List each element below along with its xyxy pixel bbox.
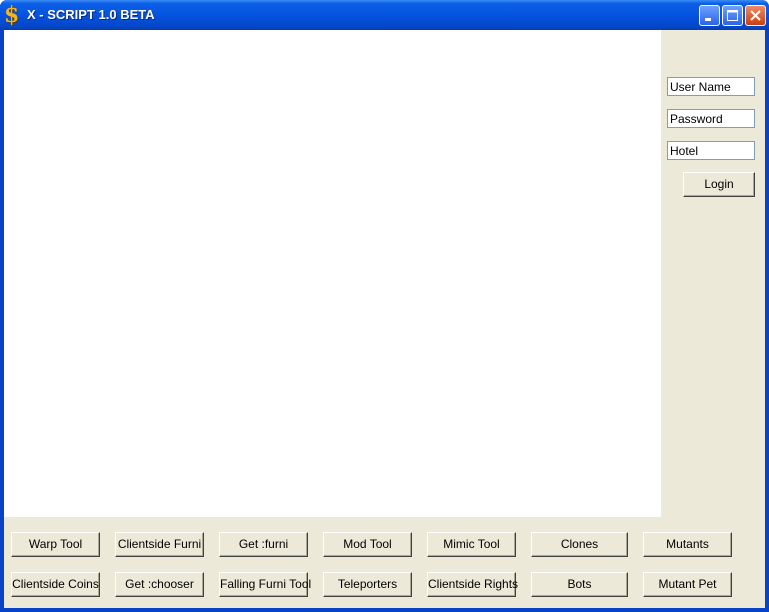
clientside-furni-button[interactable]: Clientside Furni bbox=[115, 532, 204, 557]
dollar-icon: $ bbox=[4, 2, 20, 28]
client-area: Login Warp Tool Clientside Furni Get :fu… bbox=[4, 30, 765, 608]
hotel-field[interactable] bbox=[667, 141, 755, 160]
warp-tool-button[interactable]: Warp Tool bbox=[11, 532, 100, 557]
mutants-button[interactable]: Mutants bbox=[643, 532, 732, 557]
clientside-rights-button[interactable]: Clientside Rights bbox=[427, 572, 518, 597]
clientside-coins-button[interactable]: Clientside Coins bbox=[11, 572, 100, 597]
close-button[interactable] bbox=[745, 5, 766, 26]
maximize-icon bbox=[727, 10, 738, 21]
bots-button[interactable]: Bots bbox=[531, 572, 628, 597]
close-icon bbox=[750, 10, 761, 21]
login-button[interactable]: Login bbox=[683, 172, 755, 197]
get-furni-button[interactable]: Get :furni bbox=[219, 532, 308, 557]
output-area[interactable] bbox=[4, 30, 661, 517]
password-field[interactable] bbox=[667, 109, 755, 128]
title-bar[interactable]: $ X - SCRIPT 1.0 BETA bbox=[0, 0, 769, 30]
mod-tool-button[interactable]: Mod Tool bbox=[323, 532, 412, 557]
mutant-pet-button[interactable]: Mutant Pet bbox=[643, 572, 732, 597]
maximize-button[interactable] bbox=[722, 5, 743, 26]
mimic-tool-button[interactable]: Mimic Tool bbox=[427, 532, 516, 557]
falling-furni-tool-button[interactable]: Falling Furni Tool bbox=[219, 572, 311, 597]
minimize-button[interactable] bbox=[699, 5, 720, 26]
minimize-icon bbox=[705, 18, 711, 21]
clones-button[interactable]: Clones bbox=[531, 532, 628, 557]
get-chooser-button[interactable]: Get :chooser bbox=[115, 572, 204, 597]
window-title: X - SCRIPT 1.0 BETA bbox=[27, 7, 155, 22]
username-field[interactable] bbox=[667, 77, 755, 96]
app-window: $ X - SCRIPT 1.0 BETA Login Warp Tool Cl… bbox=[0, 0, 769, 612]
teleporters-button[interactable]: Teleporters bbox=[323, 572, 412, 597]
